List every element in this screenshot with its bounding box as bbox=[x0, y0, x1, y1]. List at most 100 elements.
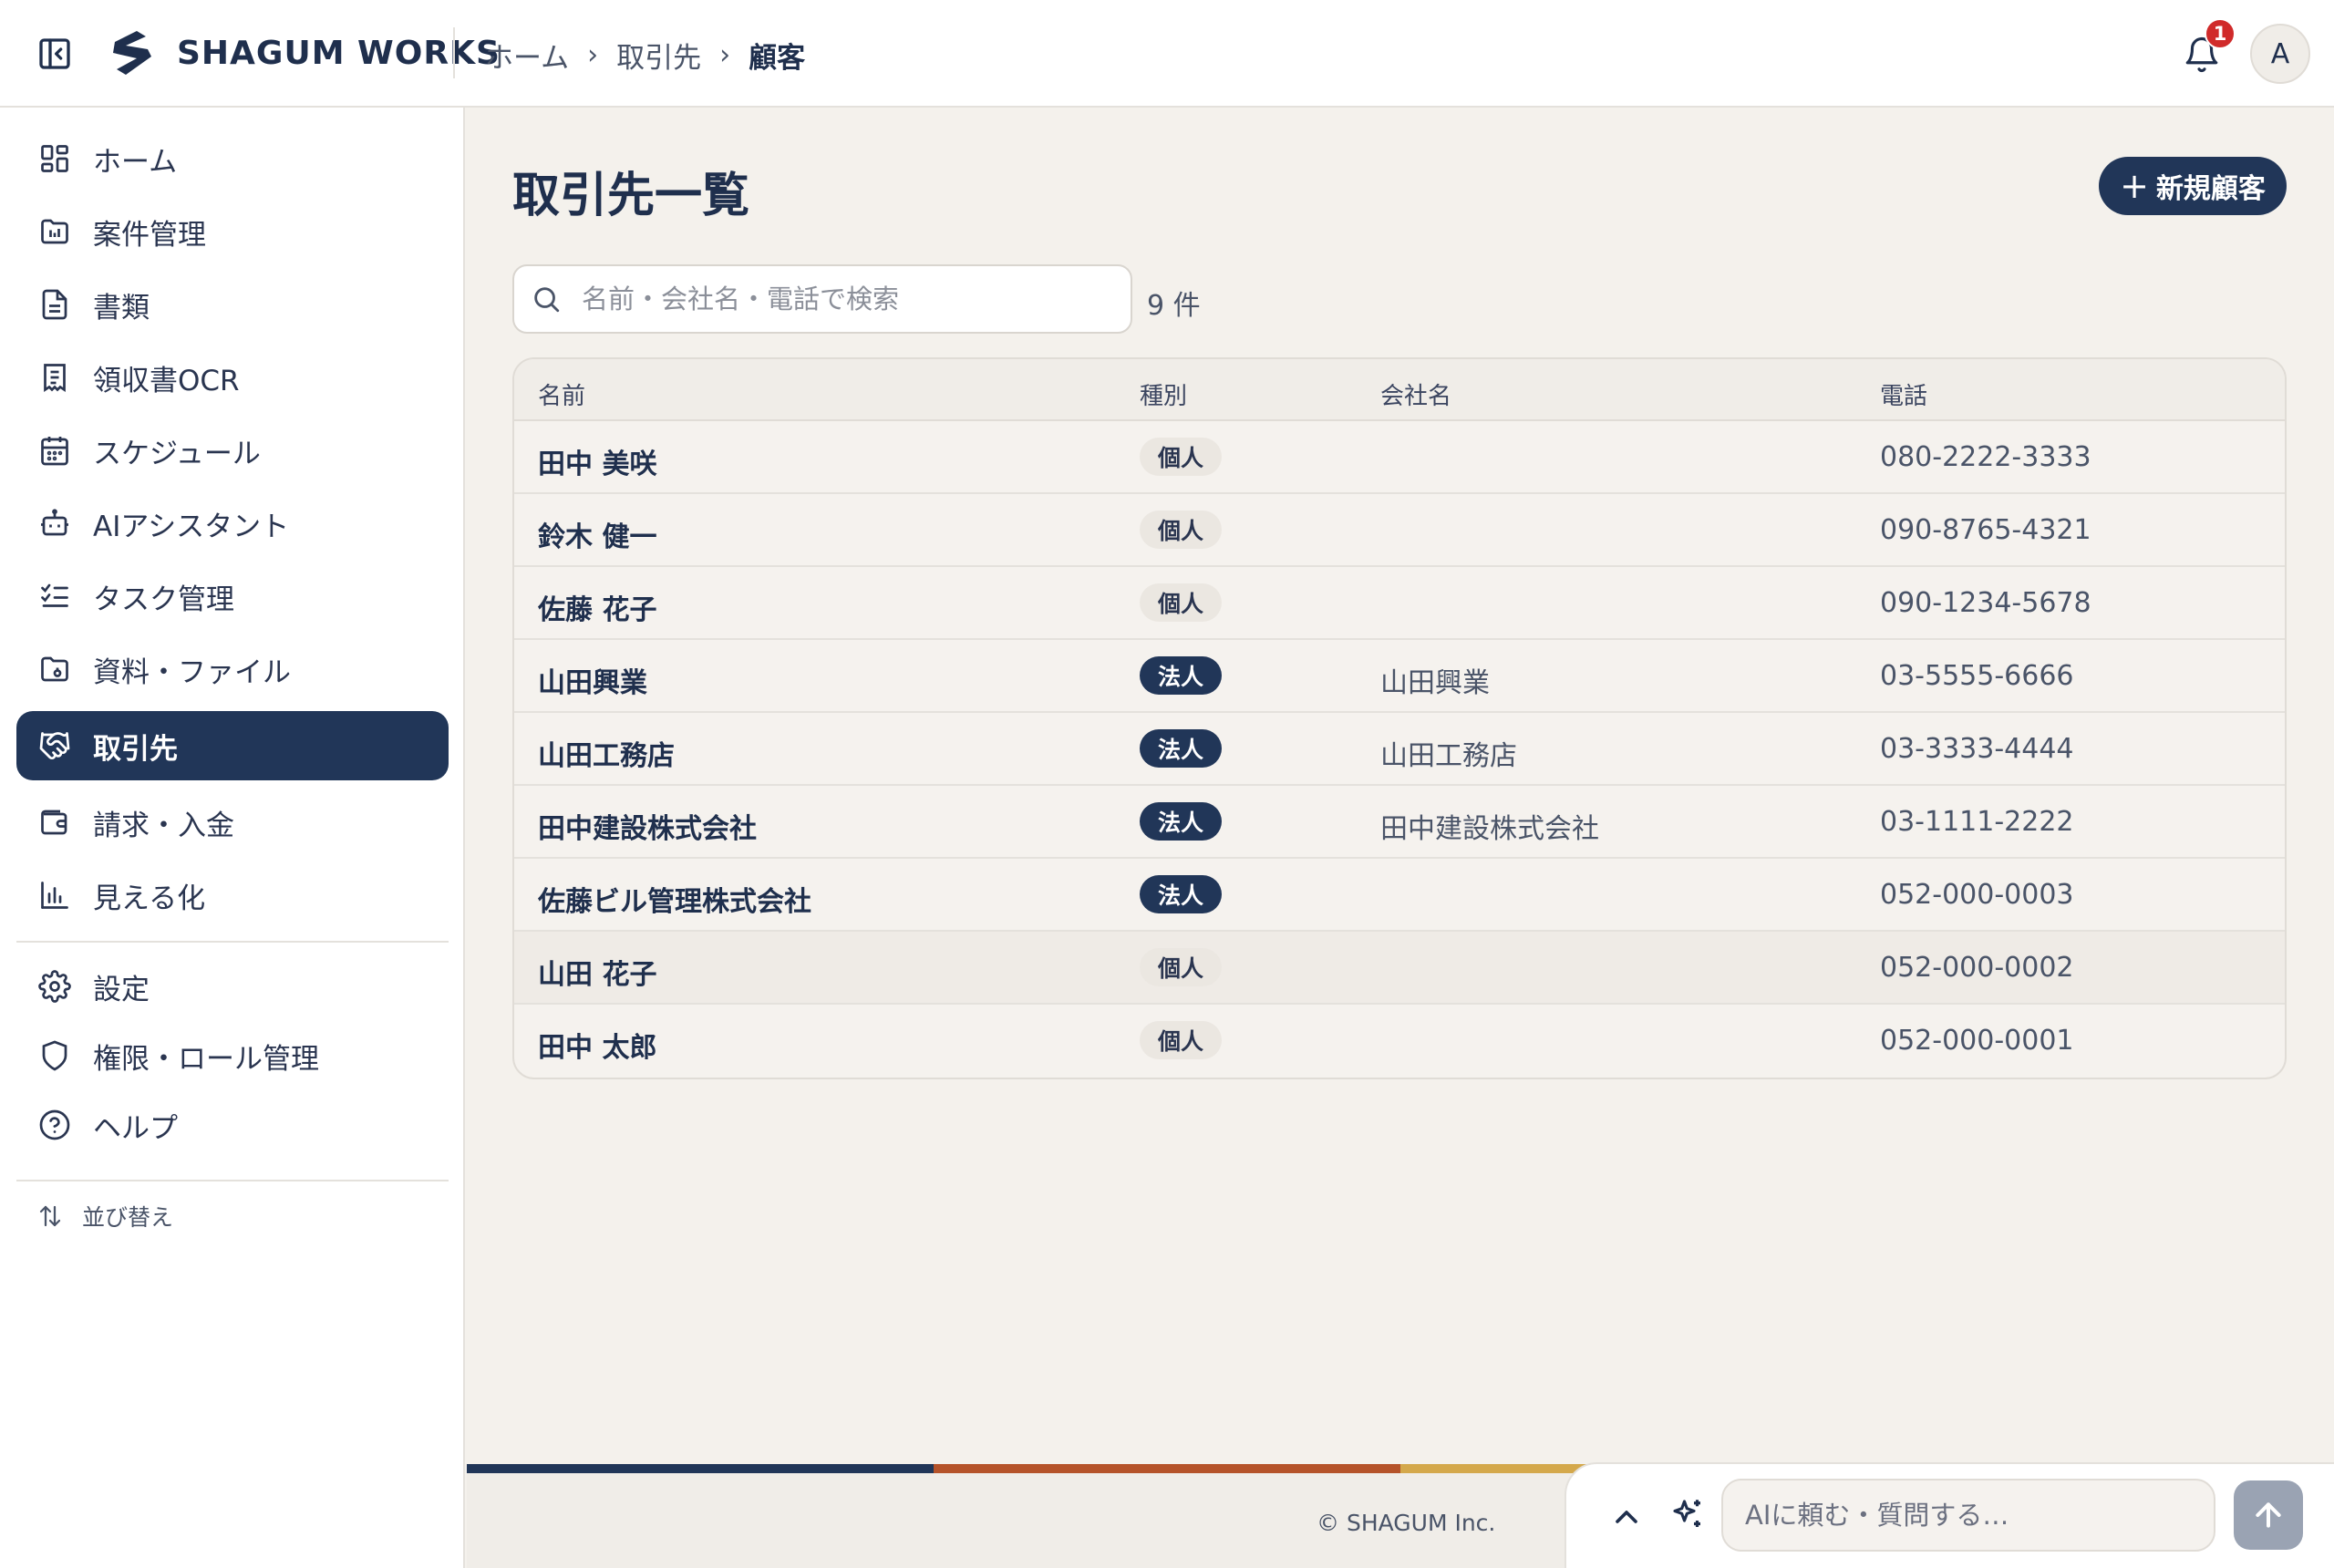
breadcrumb: ホーム › 取引先 › 顧客 bbox=[485, 35, 805, 76]
send-button[interactable] bbox=[2234, 1480, 2303, 1550]
sort-button[interactable]: 並び替え bbox=[36, 1200, 173, 1233]
arrow-up-icon bbox=[2256, 1502, 2281, 1528]
sidebar-item-files[interactable]: 資料・ファイル bbox=[16, 634, 449, 704]
bot-icon bbox=[41, 509, 68, 536]
sidebar-item-billing[interactable]: 請求・入金 bbox=[16, 788, 449, 857]
table-row[interactable]: 佐藤 花子 個人 090-1234-5678 bbox=[514, 567, 2285, 640]
row-company: 田中建設株式会社 bbox=[1380, 813, 1599, 845]
folder-chart-icon bbox=[41, 219, 68, 244]
column-header-name[interactable]: 名前 bbox=[538, 377, 585, 411]
calendar-icon bbox=[41, 437, 68, 466]
sidebar-item-permissions[interactable]: 権限・ロール管理 bbox=[16, 1021, 449, 1090]
bar-chart-icon bbox=[41, 882, 68, 909]
logo-icon[interactable] bbox=[106, 29, 157, 77]
brand-name[interactable]: SHAGUM WORKS bbox=[177, 35, 501, 72]
table-row[interactable]: 田中 太郎 個人 052-000-0001 bbox=[514, 1005, 2285, 1078]
checklist-icon bbox=[41, 583, 68, 607]
brand-stripe-navy bbox=[467, 1464, 934, 1473]
table-row[interactable]: 山田 花子 個人 052-000-0002 bbox=[514, 932, 2285, 1005]
sidebar-item-label: 領収書OCR bbox=[93, 364, 240, 397]
handshake-icon bbox=[39, 732, 70, 760]
ai-prompt-input[interactable] bbox=[1721, 1479, 2215, 1552]
row-name: 山田興業 bbox=[538, 667, 647, 699]
sidebar-item-label: 取引先 bbox=[93, 732, 178, 766]
sidebar-divider bbox=[16, 941, 449, 943]
column-header-type[interactable]: 種別 bbox=[1140, 377, 1187, 411]
document-icon bbox=[42, 289, 67, 320]
new-customer-button[interactable]: + 新規顧客 bbox=[2099, 157, 2287, 215]
sidebar-item-tasks[interactable]: タスク管理 bbox=[16, 562, 449, 631]
sidebar-item-partners[interactable]: 取引先 bbox=[16, 711, 449, 780]
table-header: 名前 種別 会社名 電話 bbox=[514, 359, 2285, 421]
column-header-phone[interactable]: 電話 bbox=[1880, 377, 1927, 411]
type-badge: 法人 bbox=[1140, 802, 1223, 841]
sidebar-item-help[interactable]: ヘルプ bbox=[16, 1090, 449, 1160]
breadcrumb-partners[interactable]: 取引先 bbox=[616, 35, 701, 76]
new-customer-label: 新規顧客 bbox=[2155, 173, 2266, 205]
type-badge: 法人 bbox=[1140, 875, 1223, 913]
sidebar-item-analytics[interactable]: 見える化 bbox=[16, 861, 449, 930]
type-badge: 個人 bbox=[1140, 948, 1223, 986]
gear-icon bbox=[38, 970, 71, 1003]
row-name: 田中 太郎 bbox=[538, 1032, 657, 1064]
sidebar-item-label: ヘルプ bbox=[93, 1111, 178, 1145]
wallet-icon bbox=[41, 810, 67, 835]
row-name: 山田 花子 bbox=[538, 959, 657, 991]
type-badge: 個人 bbox=[1140, 511, 1223, 549]
top-bar: SHAGUM WORKS ホーム › 取引先 › 顧客 1 A bbox=[0, 0, 2334, 108]
search-icon bbox=[534, 287, 560, 313]
table-row[interactable]: 佐藤ビル管理株式会社 法人 052-000-0003 bbox=[514, 859, 2285, 932]
avatar[interactable]: A bbox=[2250, 24, 2310, 84]
breadcrumb-current: 顧客 bbox=[749, 42, 806, 75]
table-row[interactable]: 山田興業 法人 山田興業 03-5555-6666 bbox=[514, 640, 2285, 713]
partners-table: 名前 種別 会社名 電話 田中 美咲 個人 080-2222-3333 鈴木 健… bbox=[512, 357, 2287, 1079]
notification-badge: 1 bbox=[2205, 18, 2236, 49]
sidebar-item-ai-assistant[interactable]: AIアシスタント bbox=[16, 489, 449, 558]
type-badge: 法人 bbox=[1140, 729, 1223, 768]
sidebar: ホーム 案件管理 書類 領収書OCR スケジュール AIアシスタント タスク管理… bbox=[0, 108, 465, 1568]
receipt-icon bbox=[44, 364, 66, 393]
search-input[interactable] bbox=[582, 284, 1110, 315]
sort-arrows-icon bbox=[39, 1205, 61, 1227]
row-name: 田中 美咲 bbox=[538, 449, 657, 480]
search-box[interactable] bbox=[512, 264, 1132, 334]
sidebar-item-label: 案件管理 bbox=[93, 218, 206, 252]
row-name: 佐藤ビル管理株式会社 bbox=[538, 886, 811, 918]
breadcrumb-home[interactable]: ホーム bbox=[485, 35, 569, 76]
sidebar-item-label: 請求・入金 bbox=[93, 809, 234, 842]
row-phone: 03-3333-4444 bbox=[1880, 733, 2074, 765]
chevron-up-icon[interactable] bbox=[1608, 1499, 1645, 1535]
copyright: © SHAGUM Inc. bbox=[1317, 1510, 1496, 1536]
sidebar-item-home[interactable]: ホーム bbox=[16, 124, 449, 193]
result-count: 9 件 bbox=[1147, 290, 1201, 322]
sidebar-toggle-icon[interactable] bbox=[36, 36, 73, 72]
sidebar-item-documents[interactable]: 書類 bbox=[16, 270, 449, 339]
shield-icon bbox=[42, 1040, 67, 1071]
sidebar-item-receipt-ocr[interactable]: 領収書OCR bbox=[16, 343, 449, 412]
table-row[interactable]: 田中建設株式会社 法人 田中建設株式会社 03-1111-2222 bbox=[514, 786, 2285, 859]
sidebar-item-projects[interactable]: 案件管理 bbox=[16, 197, 449, 266]
help-icon bbox=[39, 1109, 70, 1140]
sparkle-icon bbox=[1673, 1500, 1700, 1527]
sidebar-item-label: AIアシスタント bbox=[93, 510, 290, 543]
sidebar-item-schedule[interactable]: スケジュール bbox=[16, 416, 449, 485]
sort-label: 並び替え bbox=[82, 1204, 174, 1231]
plus-icon: + bbox=[2120, 166, 2149, 206]
top-bar-divider bbox=[453, 27, 455, 78]
type-badge: 法人 bbox=[1140, 656, 1223, 695]
table-row[interactable]: 田中 美咲 個人 080-2222-3333 bbox=[514, 421, 2285, 494]
dashboard-icon bbox=[41, 145, 68, 172]
table-row[interactable]: 山田工務店 法人 山田工務店 03-3333-4444 bbox=[514, 713, 2285, 786]
sidebar-item-label: 書類 bbox=[93, 291, 150, 325]
brand-stripe-rust bbox=[934, 1464, 1400, 1473]
column-header-company[interactable]: 会社名 bbox=[1380, 377, 1451, 411]
sidebar-item-label: ホーム bbox=[93, 145, 178, 179]
type-badge: 個人 bbox=[1140, 1021, 1223, 1059]
sidebar-item-settings[interactable]: 設定 bbox=[16, 952, 449, 1021]
row-phone: 090-1234-5678 bbox=[1880, 587, 2091, 619]
table-row[interactable]: 鈴木 健一 個人 090-8765-4321 bbox=[514, 494, 2285, 567]
row-phone: 03-1111-2222 bbox=[1880, 806, 2074, 838]
page-title: 取引先一覧 bbox=[512, 169, 750, 223]
row-phone: 080-2222-3333 bbox=[1880, 441, 2091, 473]
sidebar-divider bbox=[16, 1180, 449, 1181]
